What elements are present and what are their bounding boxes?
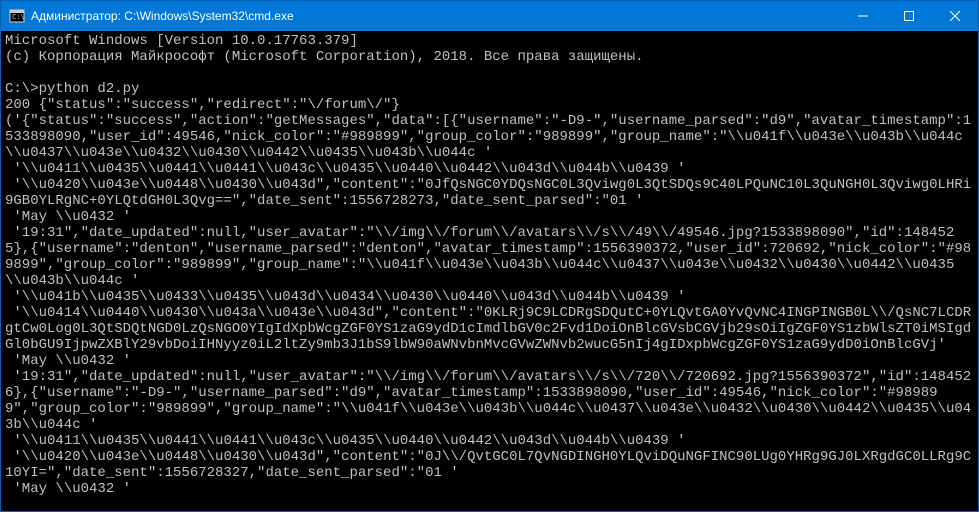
terminal-line: '19:31","date_updated":null,"user_avatar… <box>5 225 974 289</box>
close-button[interactable] <box>932 1 978 31</box>
terminal-line: '\\u0420\\u043e\\u0448\\u0430\\u043d","c… <box>5 177 974 209</box>
minimize-button[interactable] <box>840 1 886 31</box>
terminal-line: '\\u0411\\u0435\\u0441\\u0441\\u043c\\u0… <box>5 433 974 449</box>
terminal-line: 'May \\u0432 ' <box>5 209 974 225</box>
terminal-line: '\\u0411\\u0435\\u0441\\u0441\\u043c\\u0… <box>5 161 974 177</box>
terminal-line: 'May \\u0432 ' <box>5 481 974 497</box>
terminal-line: C:\>python d2.py <box>5 81 974 97</box>
terminal-line: Microsoft Windows [Version 10.0.17763.37… <box>5 33 974 49</box>
terminal-line: (c) Корпорация Майкрософт (Microsoft Cor… <box>5 49 974 65</box>
terminal-line: '\\u041b\\u0435\\u0433\\u0435\\u043d\\u0… <box>5 289 974 305</box>
svg-text:C:\: C:\ <box>12 13 25 21</box>
cmd-icon: C:\ <box>9 8 25 24</box>
window-title: Администратор: C:\Windows\System32\cmd.e… <box>31 9 840 23</box>
terminal-line: '19:31","date_updated":null,"user_avatar… <box>5 369 974 433</box>
maximize-button[interactable] <box>886 1 932 31</box>
window-controls <box>840 1 978 31</box>
titlebar[interactable]: C:\ Администратор: C:\Windows\System32\c… <box>1 1 978 31</box>
terminal-line: 200 {"status":"success","redirect":"\/fo… <box>5 97 974 113</box>
cmd-window: C:\ Администратор: C:\Windows\System32\c… <box>0 0 979 512</box>
terminal-line: 'May \\u0432 ' <box>5 353 974 369</box>
terminal-line: ('{"status":"success","action":"getMessa… <box>5 113 974 161</box>
terminal-line <box>5 65 974 81</box>
terminal-line: '\\u0414\\u0440\\u0430\\u043a\\u043e\\u0… <box>5 305 974 353</box>
terminal-line: '\\u0420\\u043e\\u0448\\u0430\\u043d","c… <box>5 449 974 481</box>
terminal-output[interactable]: Microsoft Windows [Version 10.0.17763.37… <box>1 31 978 511</box>
